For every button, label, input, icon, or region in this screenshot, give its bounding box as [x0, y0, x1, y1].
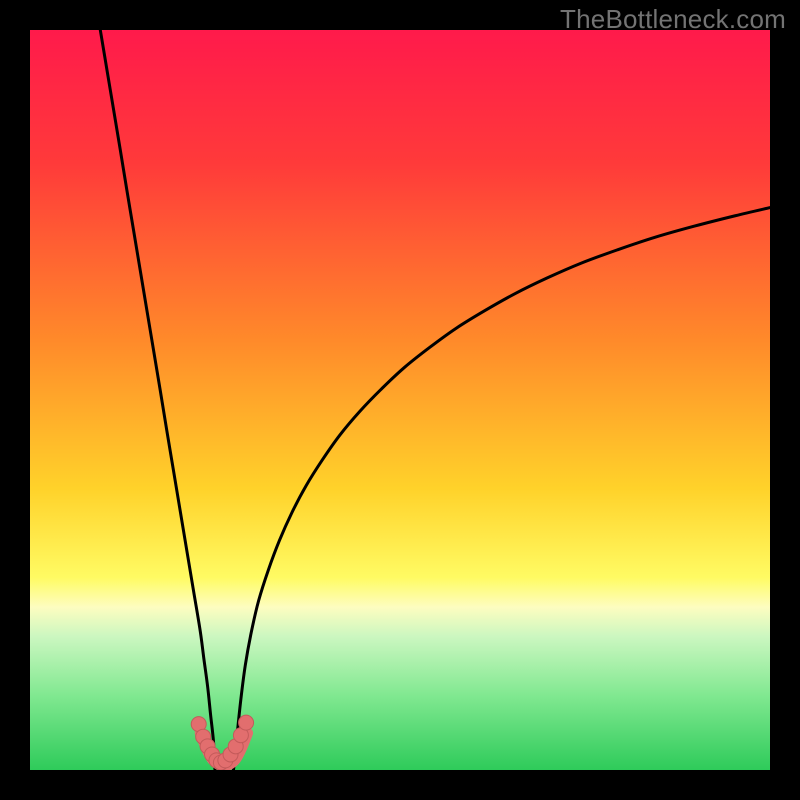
chart-background-gradient — [30, 30, 770, 770]
chart-frame: TheBottleneck.com — [0, 0, 800, 800]
valley-marker — [239, 715, 254, 730]
chart-svg — [30, 30, 770, 770]
chart-plot-area — [30, 30, 770, 770]
